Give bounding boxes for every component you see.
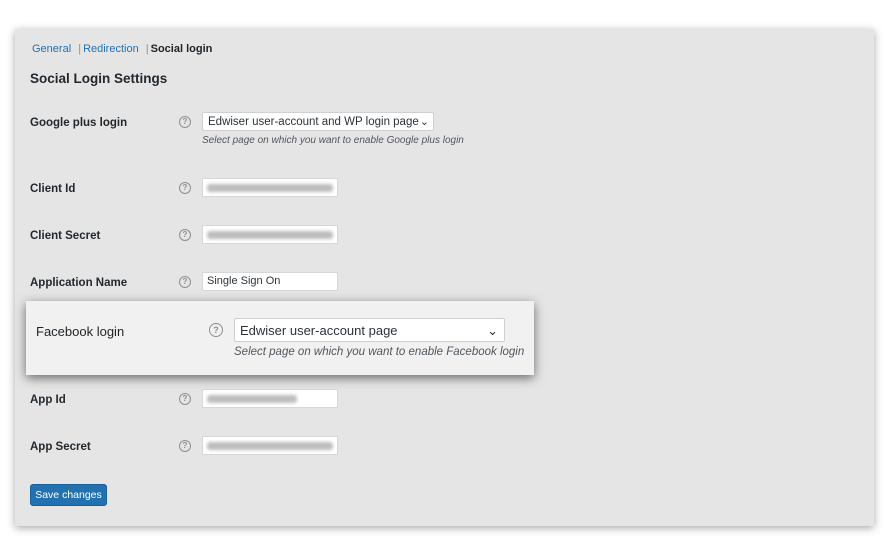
chevron-down-icon: ⌄ — [487, 323, 498, 338]
facebook-login-select[interactable]: Edwiser user-account page ⌄ — [234, 318, 505, 342]
redacted-value — [207, 395, 297, 403]
help-icon[interactable]: ? — [179, 182, 191, 194]
application-name-input[interactable]: Single Sign On — [202, 272, 338, 291]
facebook-login-callout: Facebook login ? Edwiser user-account pa… — [26, 301, 534, 375]
client-secret-label: Client Secret — [30, 230, 101, 242]
google-plus-login-selected-value: Edwiser user-account and WP login page — [208, 116, 419, 128]
google-plus-login-description: Select page on which you want to enable … — [202, 135, 464, 146]
page-title: Social Login Settings — [30, 71, 168, 86]
subnav-social-login-current: Social login — [150, 43, 213, 55]
app-id-input[interactable] — [202, 389, 338, 408]
app-secret-label: App Secret — [30, 441, 91, 453]
facebook-login-selected-value: Edwiser user-account page — [240, 323, 398, 338]
facebook-login-label: Facebook login — [36, 324, 125, 339]
help-icon[interactable]: ? — [179, 440, 191, 452]
google-plus-login-label: Google plus login — [30, 117, 128, 129]
subnav-redirection-link[interactable]: Redirection — [83, 43, 139, 55]
subnav-general-link[interactable]: General — [32, 43, 71, 55]
help-icon[interactable]: ? — [179, 116, 191, 128]
google-plus-login-select[interactable]: Edwiser user-account and WP login page ⌄ — [202, 112, 434, 131]
chevron-down-icon: ⌄ — [419, 116, 429, 128]
client-id-input[interactable] — [202, 178, 338, 197]
client-id-label: Client Id — [30, 183, 76, 195]
settings-panel: General | Redirection | Social login Socia… — [15, 29, 874, 526]
help-icon[interactable]: ? — [179, 276, 191, 288]
client-secret-input[interactable] — [202, 225, 338, 244]
app-secret-input[interactable] — [202, 436, 338, 455]
facebook-login-description: Select page on which you want to enable … — [234, 346, 525, 358]
help-icon[interactable]: ? — [179, 393, 191, 405]
subnav-separator: | — [145, 43, 149, 55]
redacted-value — [207, 231, 333, 239]
subnav-separator: | — [78, 43, 82, 55]
help-icon[interactable]: ? — [179, 229, 191, 241]
application-name-label: Application Name — [30, 277, 128, 289]
help-icon[interactable]: ? — [209, 323, 223, 337]
redacted-value — [207, 184, 333, 192]
subnav: General | Redirection | Social login — [32, 43, 212, 55]
app-id-label: App Id — [30, 394, 66, 406]
redacted-value — [207, 442, 333, 450]
save-changes-button[interactable]: Save changes — [30, 484, 107, 506]
